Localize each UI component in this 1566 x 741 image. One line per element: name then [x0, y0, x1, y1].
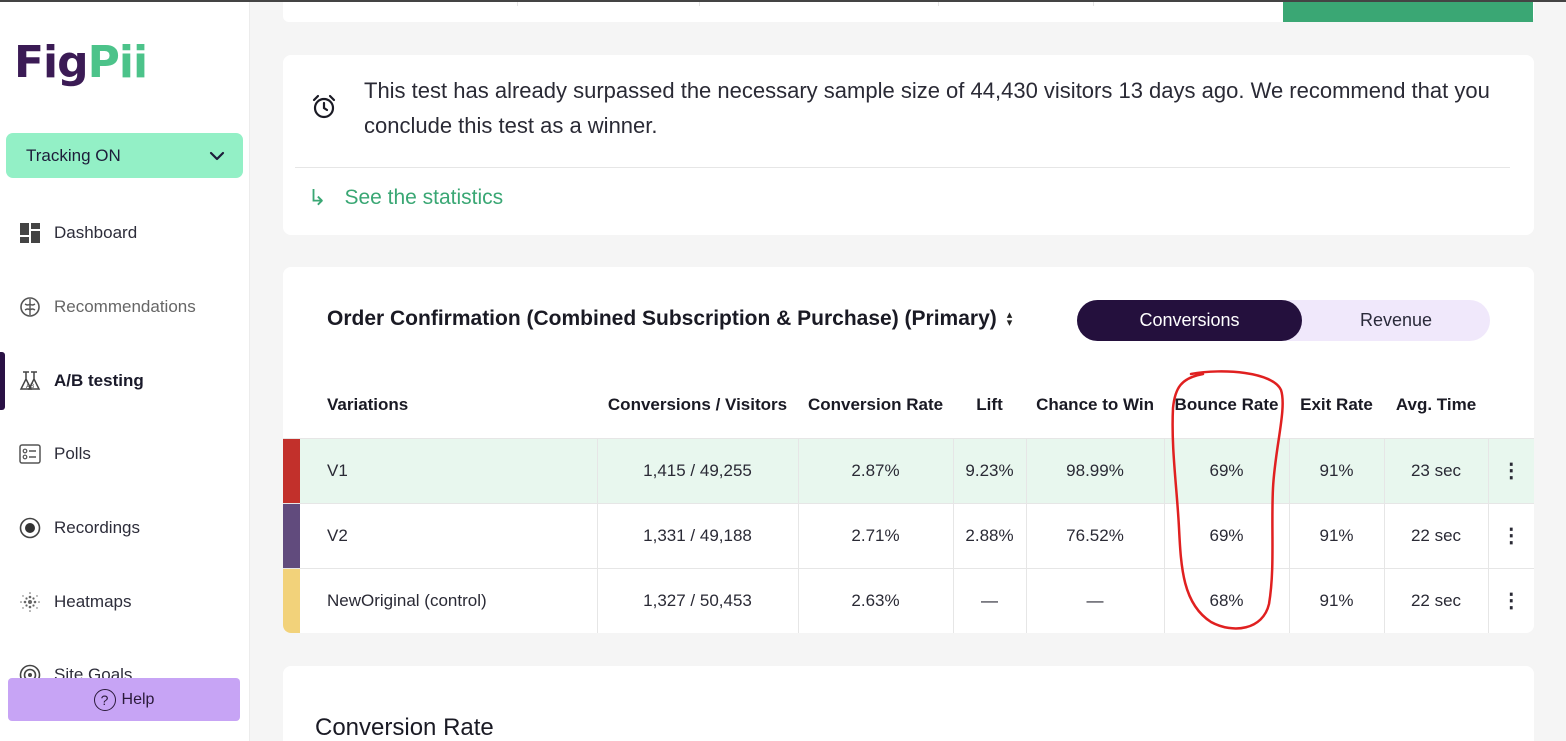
record-icon: [18, 516, 42, 540]
sidebar-item-label: Polls: [54, 444, 91, 463]
svg-text:AB: AB: [26, 383, 34, 390]
help-button[interactable]: ? Help: [8, 678, 240, 721]
divider: [295, 167, 1510, 168]
flask-ab-icon: AB: [18, 369, 42, 393]
alarm-clock-icon: [312, 94, 336, 119]
sidebar-item-recommendations[interactable]: Recommendations: [18, 292, 196, 322]
exit-rate-cell: 91%: [1288, 502, 1385, 568]
column-header[interactable]: Conversion Rate: [798, 373, 953, 438]
column-header: Variations: [327, 395, 409, 415]
window-top-border: [0, 0, 1566, 2]
avg-time-cell: 22 sec: [1383, 502, 1489, 568]
chance-to-win-cell: —: [1025, 567, 1165, 633]
dashboard-icon: [18, 221, 42, 245]
column-header[interactable]: Avg. Time: [1384, 373, 1488, 438]
lift-cell: 2.88%: [952, 502, 1027, 568]
tracking-dropdown[interactable]: Tracking ON: [6, 133, 243, 178]
sidebar-item-polls[interactable]: Polls: [18, 439, 91, 469]
variation-name: V1: [300, 437, 598, 503]
conversion-rate-cell: 2.87%: [797, 437, 954, 503]
conversions-visitors-cell: 1,327 / 50,453: [596, 567, 799, 633]
column-header[interactable]: Conversions / Visitors: [597, 373, 798, 438]
sidebar-item-label: Dashboard: [54, 223, 138, 242]
sidebar-item-label: Heatmaps: [54, 592, 132, 611]
variation-name: NewOriginal (control): [300, 567, 598, 633]
variation-color-bar: [283, 437, 300, 503]
row-more-icon[interactable]: ⋮: [1487, 502, 1534, 568]
variation-color-bar: [283, 567, 300, 633]
chance-to-win-cell: 98.99%: [1025, 437, 1165, 503]
brain-icon: [18, 295, 42, 319]
section-title: Conversion Rate: [315, 714, 494, 741]
table-header-row: Variations Conversions / Visitors Conver…: [283, 373, 1534, 438]
table-row[interactable]: NewOriginal (control) 1,327 / 50,453 2.6…: [283, 567, 1534, 633]
variation-name: V2: [300, 502, 598, 568]
variations-table: Variations Conversions / Visitors Conver…: [283, 373, 1534, 633]
goal-title: Order Confirmation (Combined Subscriptio…: [327, 307, 997, 330]
sort-updown-icon: ▴ ▾: [1006, 309, 1013, 329]
column-header[interactable]: Exit Rate: [1289, 373, 1384, 438]
tracking-label: Tracking ON: [26, 145, 121, 165]
sidebar-item-dashboard[interactable]: Dashboard: [18, 218, 137, 248]
sidebar-item-label: Recommendations: [54, 297, 196, 316]
logo-text-pii: Pii: [87, 37, 148, 88]
bounce-rate-cell: 69%: [1163, 437, 1290, 503]
lift-cell: —: [952, 567, 1027, 633]
column-header[interactable]: Chance to Win: [1026, 373, 1164, 438]
sidebar-item-label: A/B testing: [54, 371, 144, 390]
row-more-icon[interactable]: ⋮: [1487, 437, 1534, 503]
help-label: Help: [121, 690, 155, 708]
figpii-logo[interactable]: FigPii: [14, 37, 148, 88]
bounce-rate-cell: 68%: [1163, 567, 1290, 633]
previous-card-bottom: [283, 0, 1534, 22]
toggle-conversions[interactable]: Conversions: [1077, 300, 1302, 341]
poll-icon: [18, 442, 42, 466]
alert-message: This test has already surpassed the nece…: [364, 78, 1490, 138]
conversions-visitors-cell: 1,331 / 49,188: [596, 502, 799, 568]
sidebar-item-heatmaps[interactable]: Heatmaps: [18, 587, 131, 617]
conversions-visitors-cell: 1,415 / 49,255: [596, 437, 799, 503]
chevron-down-icon: [209, 151, 225, 160]
see-statistics-link[interactable]: ↳ See the statistics: [308, 185, 503, 211]
conversion-rate-cell: 2.63%: [797, 567, 954, 633]
bounce-rate-cell: 69%: [1163, 502, 1290, 568]
sample-size-alert: This test has already surpassed the nece…: [283, 55, 1534, 235]
sidebar-item-recordings[interactable]: Recordings: [18, 513, 140, 543]
row-more-icon[interactable]: ⋮: [1487, 567, 1534, 633]
heatmap-icon: [18, 590, 42, 614]
table-row[interactable]: V2 1,331 / 49,188 2.71% 2.88% 76.52% 69%…: [283, 502, 1534, 568]
table-row[interactable]: V1 1,415 / 49,255 2.87% 9.23% 98.99% 69%…: [283, 437, 1534, 503]
exit-rate-cell: 91%: [1288, 437, 1385, 503]
sidebar-item-ab-testing[interactable]: AB A/B testing: [18, 366, 144, 396]
conversion-rate-cell: 2.71%: [797, 502, 954, 568]
help-circle-icon: ?: [93, 688, 116, 711]
metric-toggle: Conversions Revenue: [1077, 300, 1490, 341]
avg-time-cell: 22 sec: [1383, 567, 1489, 633]
column-header[interactable]: Lift: [953, 373, 1026, 438]
chance-to-win-cell: 76.52%: [1025, 502, 1165, 568]
column-header[interactable]: Bounce Rate: [1164, 373, 1289, 438]
see-statistics-label: See the statistics: [344, 186, 504, 209]
variation-color-bar: [283, 502, 300, 568]
logo-text-fig: Fig: [14, 37, 89, 88]
lift-cell: 9.23%: [952, 437, 1027, 503]
goal-selector[interactable]: Order Confirmation (Combined Subscriptio…: [327, 307, 1012, 331]
exit-rate-cell: 91%: [1288, 567, 1385, 633]
return-arrow-icon: ↳: [308, 185, 327, 210]
toggle-revenue[interactable]: Revenue: [1302, 300, 1490, 341]
active-indicator: [0, 352, 5, 410]
conversion-rate-card: Conversion Rate: [283, 666, 1534, 741]
green-action-area[interactable]: [1283, 0, 1533, 22]
avg-time-cell: 23 sec: [1383, 437, 1489, 503]
results-card: Order Confirmation (Combined Subscriptio…: [283, 267, 1534, 633]
sidebar: FigPii Tracking ON Dashboard Recommendat…: [0, 0, 250, 741]
sidebar-item-label: Recordings: [54, 518, 140, 537]
